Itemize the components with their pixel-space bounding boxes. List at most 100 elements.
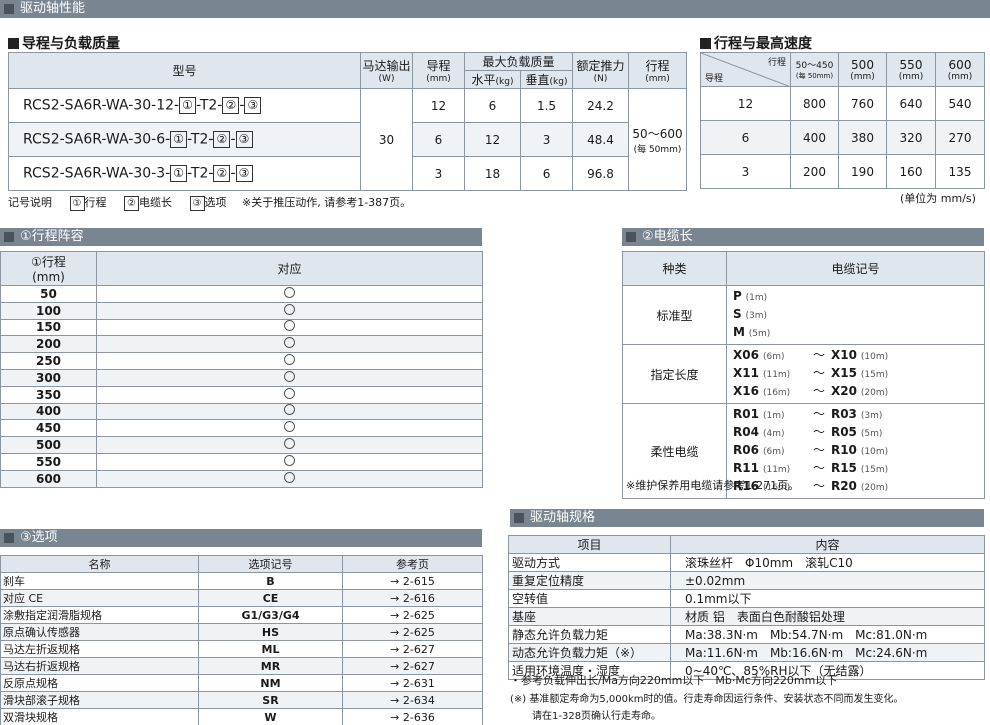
col-option-name: 名称 (0, 555, 199, 573)
col-horizontal: 水平(kg) (464, 70, 521, 89)
option-code: HS (198, 623, 343, 641)
cable-code-row: R11 (11m) ～ R15 (15m) (733, 461, 889, 475)
cable-note: ※维护保养用电缆请参考1-271页。 (626, 479, 800, 492)
table-row: 刹车 B → 2-615 (0, 572, 483, 590)
table-row: 250 (0, 352, 483, 370)
table-row: 重复定位精度 ±0.02mm (508, 571, 985, 590)
stroke-cell: 50～600 (每 50mm) (628, 88, 688, 191)
col-stroke-600: 600 (mm) (935, 52, 985, 87)
lead-cell: 6 (412, 122, 465, 157)
cable-type-specified: 指定长度 (622, 344, 727, 404)
section-marker-icon (514, 513, 524, 523)
col-support: 对应 (96, 251, 483, 286)
circle-mark-icon (284, 421, 295, 433)
option-name: 滑块部滚子规格 (0, 691, 199, 709)
spec-content: Ma:38.3N·m Mb:54.7N·m Mc:81.0N·m (670, 625, 985, 644)
circle-mark-icon (284, 337, 295, 349)
option-code: CE (198, 589, 343, 607)
spec-item: 空转值 (508, 589, 671, 608)
support-cell (96, 452, 483, 471)
col-vertical: 垂直(kg) (519, 70, 574, 89)
circle-mark-icon (284, 320, 295, 332)
circle-mark-icon (284, 370, 295, 382)
section-marker-icon (4, 533, 14, 543)
table-row: 驱动方式 滚珠丝杆 Φ10mm 滚轧C10 (508, 553, 985, 572)
support-cell (96, 285, 483, 303)
support-cell (96, 402, 483, 421)
col-payload: 最大负载质量 (463, 52, 574, 71)
option-name: 对应 CE (0, 589, 199, 607)
table-row: 200 (0, 335, 483, 354)
lead-cell: 12 (412, 88, 465, 123)
table-row: 3 200 190 160 135 (700, 154, 985, 189)
table-row: 滑块部滚子规格 SR → 2-634 (0, 691, 483, 709)
support-cell (96, 352, 483, 370)
speed-unit-note: (单位为 mm/s) (900, 192, 976, 205)
support-cell (96, 436, 483, 454)
option-ref: → 2-627 (342, 657, 483, 675)
col-option-ref: 参考页 (342, 555, 483, 573)
option-code: G1/G3/G4 (198, 606, 343, 624)
stroke-value: 250 (0, 352, 97, 370)
circle-mark-icon (284, 354, 295, 366)
horizontal-cell: 12 (464, 122, 521, 157)
stroke-value: 150 (0, 318, 97, 337)
table-row: 550 (0, 452, 483, 471)
spec-content: 0.1mm以下 (670, 589, 985, 608)
thrust-cell: 96.8 (572, 156, 630, 191)
stroke-value: 400 (0, 402, 97, 421)
option-code: NM (198, 674, 343, 692)
horizontal-cell: 6 (464, 88, 521, 123)
section-header-main: 驱动轴性能 (0, 0, 990, 18)
col-stroke-500: 500 (mm) (838, 52, 887, 87)
spec-content: ±0.02mm (670, 571, 985, 590)
table-row: 100 (0, 301, 483, 320)
cable-code-row: X06 (6m) ～ X10 (10m) (733, 348, 889, 362)
col-thrust: 额定推力 (N) (572, 52, 630, 89)
table-row: 空转值 0.1mm以下 (508, 589, 985, 608)
thrust-cell: 24.2 (572, 88, 630, 123)
horizontal-cell: 18 (464, 156, 521, 191)
table-row: 600 (0, 469, 483, 488)
option-name: 马达右折返规格 (0, 657, 199, 675)
cable-table: 种类 电缆记号 标准型 P (1m) S (3m) M (5m) 指定长度 X0… (622, 251, 985, 499)
support-cell (96, 469, 483, 488)
col-stroke-450: 50～450 (每 50mm) (790, 52, 839, 87)
table-row: 500 (0, 436, 483, 454)
table-row: 反原点规格 NM → 2-631 (0, 674, 483, 692)
table-row: RCS2-SA6R-WA-30-3- ① -T2- ② - ③ 3 18 6 96.8 (8, 156, 687, 191)
table-row: 300 (0, 368, 483, 387)
stroke-value: 450 (0, 419, 97, 438)
section-marker-icon (4, 4, 14, 14)
table-row: 马达左折返规格 ML → 2-627 (0, 640, 483, 658)
support-cell (96, 368, 483, 387)
legend-line: 记号说明 ① 行程 ② 电缆长 ③ 选项 ※关于推压动作, 请参考1-387页。 (8, 195, 412, 211)
table-row: 基座 材质 铝 表面白色耐酸铝处理 (508, 607, 985, 626)
support-cell (96, 301, 483, 320)
spec-item: 驱动方式 (508, 553, 671, 572)
col-model: 型号 (8, 52, 361, 89)
option-ref: → 2-631 (342, 674, 483, 692)
option-name: 刹车 (0, 572, 199, 590)
cable-code-row: X16 (16m) ～ X20 (20m) (733, 384, 889, 398)
col-stroke-550: 550 (mm) (886, 52, 936, 87)
options-table: 名称 选项记号 参考页 刹车 B → 2-615 对应 CE CE → 2-616 涂敷指定… (0, 555, 483, 725)
motor-output-cell: 30 (360, 88, 413, 191)
section-header-cable: ②电缆长 (622, 228, 984, 246)
col-stroke-mm: ①行程 (mm) (0, 251, 97, 286)
spec-item: 重复定位精度 (508, 571, 671, 590)
vertical-cell: 3 (519, 122, 574, 157)
section-header-options: ③选项 (0, 529, 482, 547)
table-row: RCS2-SA6R-WA-30-6- ① -T2- ② - ③ 6 12 3 48.4 (8, 122, 687, 157)
spec-content: 材质 铝 表面白色耐酸铝处理 (670, 607, 985, 626)
col-spec-content: 内容 (670, 535, 985, 554)
table-row: 双滑块规格 W → 2-636 (0, 708, 483, 725)
lead-cell: 3 (412, 156, 465, 191)
table-row: 400 (0, 402, 483, 421)
spec-content: Ma:11.6N·m Mb:16.6N·m Mc:24.6N·m (670, 643, 985, 662)
option-ref: → 2-634 (342, 691, 483, 709)
spec-item: 动态允许负载力矩（※） (508, 643, 671, 662)
lead-load-table: 型号 马达输出 (W) 导程 (mm) 最大负载质量 额定推力 (N) 行程 (mm) … (8, 52, 688, 191)
stroke-lineup-table: ①行程 (mm) 对应 50 100 150 200 250 300 350 400 450 500… (0, 251, 483, 488)
vertical-cell: 1.5 (519, 88, 574, 123)
